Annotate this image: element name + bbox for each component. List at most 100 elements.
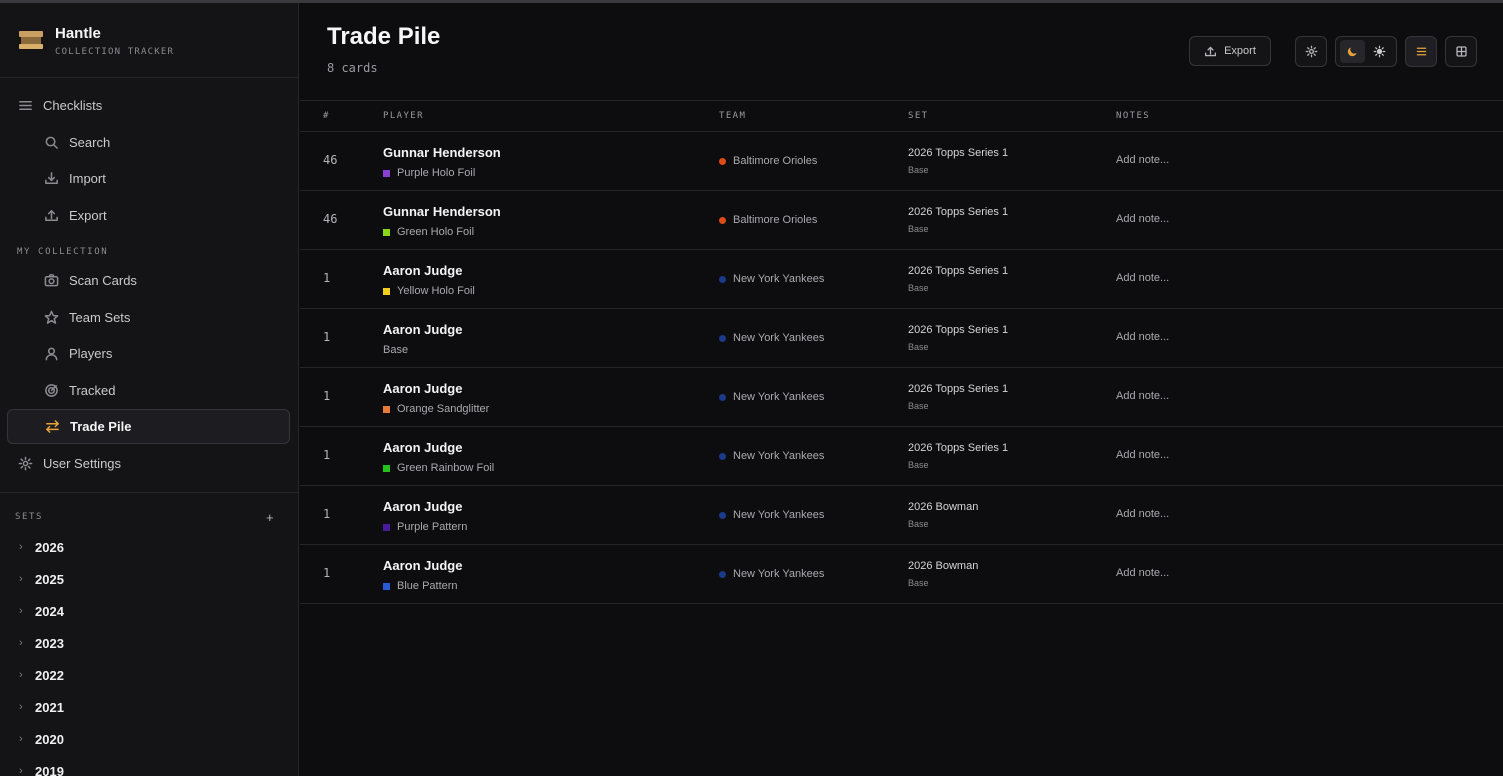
team-dot [719,216,726,224]
nav-trade-pile[interactable]: Trade Pile [7,409,290,444]
nav-user-settings[interactable]: User Settings [0,447,298,479]
team-label: New York Yankees [733,273,825,285]
grid-view-icon [1455,45,1468,58]
upload-icon [1204,45,1217,58]
card-variant: Green Rainbow Foil [383,462,494,474]
player-name[interactable]: Aaron Judge [383,440,462,455]
nav-players[interactable]: Players [0,337,298,369]
player-name[interactable]: Gunnar Henderson [383,204,501,219]
light-mode-button[interactable] [1367,40,1392,63]
swap-icon [44,419,60,435]
card-number: 1 [323,389,331,403]
add-note-field[interactable]: Add note... [1116,390,1169,402]
sets-label: SETS [15,512,44,522]
nav-checklists-label: Checklists [43,97,103,113]
export-button-label: Export [1224,45,1256,57]
add-set-button[interactable]: + [266,510,274,525]
team-dot [719,334,726,342]
table-row[interactable]: 1 Aaron Judge Yellow Holo Foil New York … [300,250,1503,309]
export-button[interactable]: Export [1189,36,1271,66]
player-name[interactable]: Aaron Judge [383,558,462,573]
nav-scan-cards-label: Scan Cards [69,272,137,288]
card-variant: Green Holo Foil [383,226,474,238]
add-note-field[interactable]: Add note... [1116,272,1169,284]
column-header-team[interactable]: TEAM [719,111,746,121]
team-dot [719,570,726,578]
table-row[interactable]: 1 Aaron Judge Orange Sandglitter New Yor… [300,368,1503,427]
table-row[interactable]: 46 Gunnar Henderson Green Holo Foil Balt… [300,191,1503,250]
target-icon [43,382,59,398]
set-year-2023[interactable]: › 2023 [0,627,298,659]
column-header-notes[interactable]: NOTES [1116,111,1150,121]
set-type: Base [908,165,929,175]
add-note-field[interactable]: Add note... [1116,331,1169,343]
team: New York Yankees [719,332,824,344]
variant-label: Yellow Holo Foil [397,285,475,297]
set-year-2025[interactable]: › 2025 [0,563,298,595]
variant-label: Base [383,344,409,356]
player-name[interactable]: Aaron Judge [383,499,462,514]
variant-label: Purple Pattern [397,521,468,533]
card-number: 1 [323,330,331,344]
nav-import[interactable]: Import [0,162,298,194]
set-name: 2026 Topps Series 1 [908,147,1009,159]
add-note-field[interactable]: Add note... [1116,449,1169,461]
table-row[interactable]: 46 Gunnar Henderson Purple Holo Foil Bal… [300,132,1503,191]
team: Baltimore Orioles [719,214,817,226]
set-year-label: 2025 [35,571,64,587]
team-label: New York Yankees [733,391,825,403]
add-note-field[interactable]: Add note... [1116,213,1169,225]
variant-swatch [383,287,390,295]
team-label: New York Yankees [733,450,825,462]
brand-header: Hantle COLLECTION TRACKER [0,3,298,78]
set-year-label: 2022 [35,667,64,683]
player-name[interactable]: Aaron Judge [383,381,462,396]
nav-search[interactable]: Search [0,126,298,158]
add-note-field[interactable]: Add note... [1116,567,1169,579]
add-note-field[interactable]: Add note... [1116,154,1169,166]
add-note-field[interactable]: Add note... [1116,508,1169,520]
camera-icon [43,272,59,288]
table-row[interactable]: 1 Aaron Judge Base New York Yankees 2026… [300,309,1503,368]
nav-scan-cards[interactable]: Scan Cards [0,264,298,296]
column-header-player[interactable]: PLAYER [383,111,424,121]
set-year-label: 2021 [35,699,64,715]
card-variant: Purple Pattern [383,521,467,533]
set-year-2020[interactable]: › 2020 [0,723,298,755]
nav-players-label: Players [69,345,113,361]
chevron-right-icon: › [19,637,23,649]
set-year-label: 2024 [35,603,64,619]
team-label: New York Yankees [733,332,825,344]
nav-tracked-label: Tracked [69,382,116,398]
dark-mode-button[interactable] [1340,40,1365,63]
table-row[interactable]: 1 Aaron Judge Purple Pattern New York Ya… [300,486,1503,545]
player-name[interactable]: Aaron Judge [383,322,462,337]
set-year-2019[interactable]: › 2019 [0,755,298,776]
set-year-2022[interactable]: › 2022 [0,659,298,691]
sun-icon [1373,45,1386,58]
nav-checklists[interactable]: Checklists [0,89,298,121]
column-header-number[interactable]: # [323,111,330,121]
set-year-2024[interactable]: › 2024 [0,595,298,627]
set-type: Base [908,578,929,588]
nav-tracked[interactable]: Tracked [0,374,298,406]
list-view-button[interactable] [1405,36,1437,67]
variant-swatch [383,405,390,413]
nav-team-sets[interactable]: Team Sets [0,301,298,333]
variant-swatch [383,464,390,472]
grid-view-button[interactable] [1445,36,1477,67]
table-header: # PLAYER TEAM SET NOTES [300,100,1503,132]
variant-label: Blue Pattern [397,580,458,592]
team: New York Yankees [719,391,824,403]
player-name[interactable]: Gunnar Henderson [383,145,501,160]
set-year-2021[interactable]: › 2021 [0,691,298,723]
set-year-2026[interactable]: › 2026 [0,531,298,563]
nav-export[interactable]: Export [0,199,298,231]
table-row[interactable]: 1 Aaron Judge Blue Pattern New York Yank… [300,545,1503,604]
column-header-set[interactable]: SET [908,111,928,121]
hantle-logo-icon [19,31,43,49]
gear-icon [17,455,33,471]
table-row[interactable]: 1 Aaron Judge Green Rainbow Foil New Yor… [300,427,1503,486]
settings-button[interactable] [1295,36,1327,67]
player-name[interactable]: Aaron Judge [383,263,462,278]
